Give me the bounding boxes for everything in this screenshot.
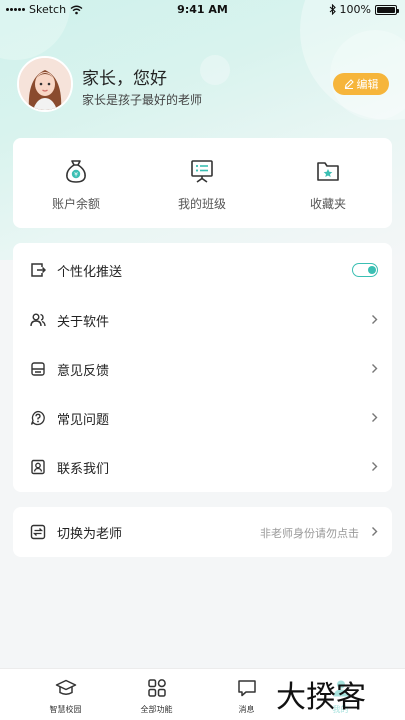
greeting-subtitle: 家长是孩子最好的老师 — [82, 93, 203, 107]
menu-item-feedback[interactable]: 意见反馈 — [13, 344, 392, 393]
battery-percent: 100% — [339, 3, 371, 16]
avatar[interactable] — [17, 56, 73, 112]
contact-icon — [31, 459, 45, 475]
message-icon — [237, 680, 256, 697]
money-bag-icon: ¥ — [66, 160, 86, 183]
status-bar: Sketch 9:41 AM 100% — [0, 0, 405, 20]
push-icon — [31, 263, 46, 277]
quick-favorites[interactable]: 收藏夹 — [265, 138, 391, 228]
quick-my-class[interactable]: 我的班级 — [139, 138, 265, 228]
switch-role-hint: 非老师身份请勿点击 — [260, 527, 359, 540]
tab-smart-campus[interactable]: 智慧校园 — [15, 669, 116, 720]
grid-icon — [147, 679, 166, 697]
star-folder-icon — [317, 162, 339, 181]
presentation-board-icon — [191, 160, 213, 183]
battery-icon — [375, 4, 399, 15]
greeting-title: 家长，您好 — [82, 69, 167, 89]
edit-button[interactable]: 编辑 — [333, 73, 389, 95]
quick-account-balance[interactable]: ¥ 账户余额 — [13, 138, 139, 228]
menu-item-label: 关于软件 — [57, 315, 110, 330]
pencil-icon — [344, 79, 354, 89]
menu-item-label: 意见反馈 — [57, 364, 110, 379]
switch-role-card[interactable]: 切换为老师 非老师身份请勿点击 — [13, 507, 392, 557]
watermark: 大揆客 — [276, 672, 402, 716]
question-icon — [30, 410, 45, 426]
menu-item-label: 个性化推送 — [57, 265, 123, 280]
chevron-right-icon — [372, 462, 378, 471]
profile-section: 家长，您好 家长是孩子最好的老师 编辑 — [17, 56, 389, 114]
tab-label: 智慧校园 — [49, 705, 82, 714]
switch-role-row[interactable]: 切换为老师 非老师身份请勿点击 — [13, 507, 392, 556]
chevron-right-icon — [372, 315, 378, 324]
quick-label: 我的班级 — [177, 197, 226, 211]
switch-icon — [30, 524, 46, 540]
quick-actions-card: ¥ 账户余额 我的班级 收藏夹 — [13, 138, 392, 228]
svg-text:¥: ¥ — [74, 171, 78, 178]
chevron-right-icon — [372, 527, 378, 536]
tab-label: 全部功能 — [140, 705, 173, 714]
menu-item-faq[interactable]: 常见问题 — [13, 393, 392, 442]
menu-item-label: 联系我们 — [57, 462, 110, 477]
menu-item-about[interactable]: 关于软件 — [13, 295, 392, 344]
graduation-cap-icon — [55, 679, 76, 695]
chevron-right-icon — [372, 413, 378, 422]
push-toggle[interactable] — [352, 263, 378, 277]
chevron-right-icon — [372, 364, 378, 373]
quick-label: 账户余额 — [51, 197, 100, 211]
bluetooth-icon — [329, 4, 336, 15]
users-icon — [30, 313, 46, 327]
switch-role-label: 切换为老师 — [57, 527, 123, 542]
settings-menu-card: 个性化推送 关于软件 意见反馈 常见问题 联系我们 — [13, 243, 392, 492]
tab-all-features[interactable]: 全部功能 — [106, 669, 207, 720]
quick-label: 收藏夹 — [309, 197, 346, 211]
feedback-icon — [31, 362, 45, 376]
menu-item-label: 常见问题 — [57, 413, 110, 428]
menu-item-push[interactable]: 个性化推送 — [13, 245, 392, 294]
menu-item-contact[interactable]: 联系我们 — [13, 442, 392, 491]
edit-button-label: 编辑 — [356, 78, 379, 91]
